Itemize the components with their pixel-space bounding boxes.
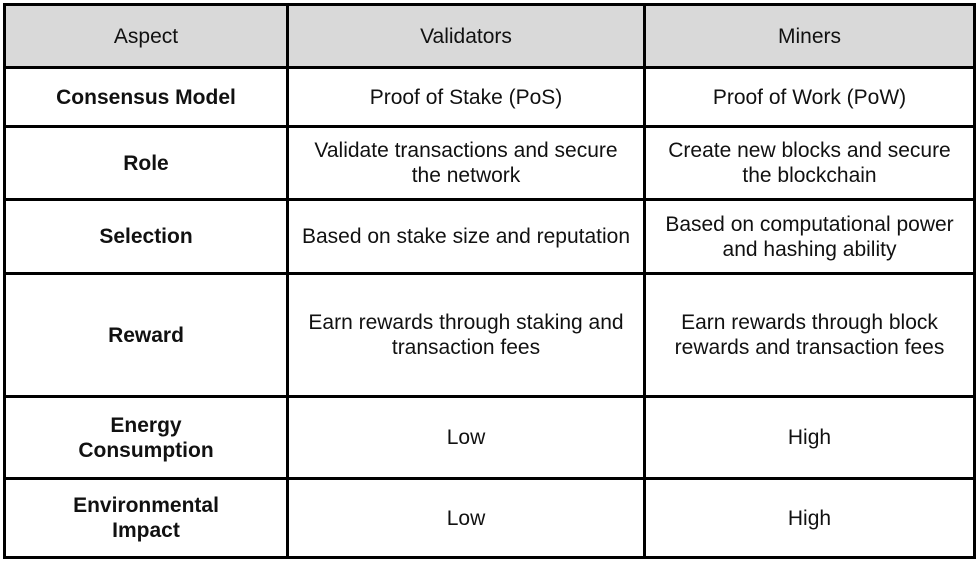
aspect-cell: Selection	[3, 198, 289, 275]
header-aspect: Aspect	[3, 3, 289, 69]
table-row: Role Validate transactions and secure the…	[3, 125, 976, 201]
miners-cell: Based on computational power and hashing…	[643, 198, 976, 275]
header-validators: Validators	[286, 3, 646, 69]
miners-cell: High	[643, 477, 976, 559]
validators-cell: Based on stake size and reputation	[286, 198, 646, 275]
aspect-cell: Energy Consumption	[3, 395, 289, 480]
miners-cell: Earn rewards through block rewards and t…	[643, 272, 976, 398]
validators-cell: Earn rewards through staking and transac…	[286, 272, 646, 398]
miners-cell: Create new blocks and secure the blockch…	[643, 125, 976, 201]
miners-cell: Proof of Work (PoW)	[643, 66, 976, 128]
aspect-cell: Consensus Model	[3, 66, 289, 128]
table-row: Consensus Model Proof of Stake (PoS) Proof…	[3, 66, 976, 128]
validators-cell: Proof of Stake (PoS)	[286, 66, 646, 128]
validators-cell: Validate transactions and secure the net…	[286, 125, 646, 201]
table-row: Environmental Impact Low High	[3, 477, 976, 559]
header-miners: Miners	[643, 3, 976, 69]
validators-cell: Low	[286, 395, 646, 480]
table-row: Reward Earn rewards through staking and t…	[3, 272, 976, 398]
comparison-table: Aspect Validators Miners Consensus Model…	[3, 3, 976, 559]
miners-cell: High	[643, 395, 976, 480]
table-row: Energy Consumption Low High	[3, 395, 976, 480]
aspect-cell: Reward	[3, 272, 289, 398]
validators-cell: Low	[286, 477, 646, 559]
aspect-cell: Role	[3, 125, 289, 201]
aspect-cell: Environmental Impact	[3, 477, 289, 559]
table-row: Selection Based on stake size and reputat…	[3, 198, 976, 275]
header-row: Aspect Validators Miners	[3, 3, 976, 69]
